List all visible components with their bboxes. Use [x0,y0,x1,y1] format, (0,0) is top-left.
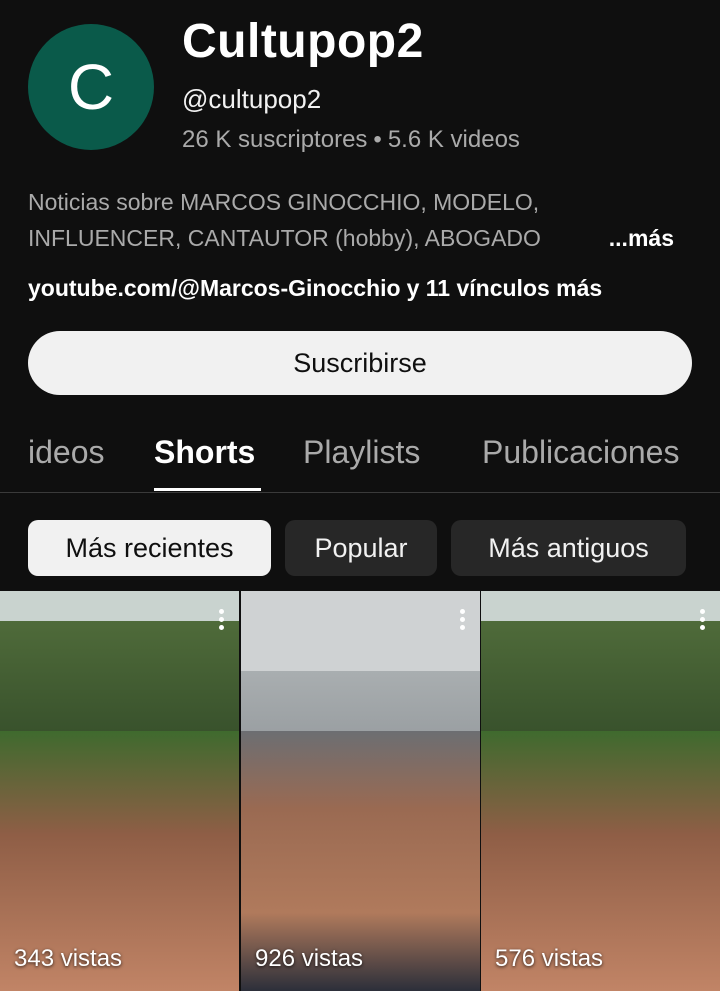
channel-header: C Cultupop2 @cultupop2 26 K suscriptores… [0,0,720,180]
channel-stats: 26 K suscriptores • 5.6 K videos [182,126,520,154]
description-line-2-wrap: INFLUENCER, CANTAUTOR (hobby), ABOGADO .… [28,220,688,256]
more-vert-icon[interactable] [460,609,466,633]
tab-posts[interactable]: Publicaciones [482,434,679,471]
tab-playlists[interactable]: Playlists [303,434,420,471]
subscriber-count: 26 K suscriptores [182,126,368,153]
more-vert-icon[interactable] [219,609,225,633]
description-fade [552,220,612,256]
filter-popular[interactable]: Popular [285,520,437,576]
channel-avatar[interactable]: C [28,24,154,150]
subscribe-button[interactable]: Suscribirse [28,331,692,395]
channel-handle: @cultupop2 [182,84,322,114]
description-line-1: Noticias sobre MARCOS GINOCCHIO, MODELO, [28,189,540,215]
shorts-grid: 343 vistas 926 vistas 576 vistas [0,591,720,991]
video-count: 5.6 K videos [387,126,520,153]
channel-tabs: ideos Shorts Playlists Publicaciones [0,418,720,493]
more-description-button[interactable]: ...más [604,220,674,256]
active-tab-indicator [154,488,261,491]
filter-recent[interactable]: Más recientes [28,520,271,576]
tab-videos[interactable]: ideos [28,434,105,471]
description-line-2: INFLUENCER, CANTAUTOR (hobby), ABOGADO [28,225,541,251]
channel-links[interactable]: youtube.com/@Marcos-Ginocchio y 11 víncul… [28,275,602,302]
tab-shorts[interactable]: Shorts [154,434,255,471]
short-views: 576 vistas [495,945,604,972]
avatar-letter: C [67,51,115,123]
more-vert-icon[interactable] [700,609,706,633]
short-views: 926 vistas [255,945,364,972]
short-thumbnail[interactable]: 576 vistas [481,591,720,991]
channel-link[interactable]: youtube.com/@Marcos-Ginocchio [28,275,401,301]
filter-oldest[interactable]: Más antiguos [451,520,686,576]
short-views: 343 vistas [14,945,123,972]
channel-name: Cultupop2 [182,15,424,68]
short-thumbnail[interactable]: 343 vistas [0,591,239,991]
short-thumbnail[interactable]: 926 vistas [241,591,480,991]
stats-separator: • [373,126,382,153]
channel-description[interactable]: Noticias sobre MARCOS GINOCCHIO, MODELO,… [28,184,688,256]
more-links[interactable]: y 11 vínculos más [407,275,603,301]
